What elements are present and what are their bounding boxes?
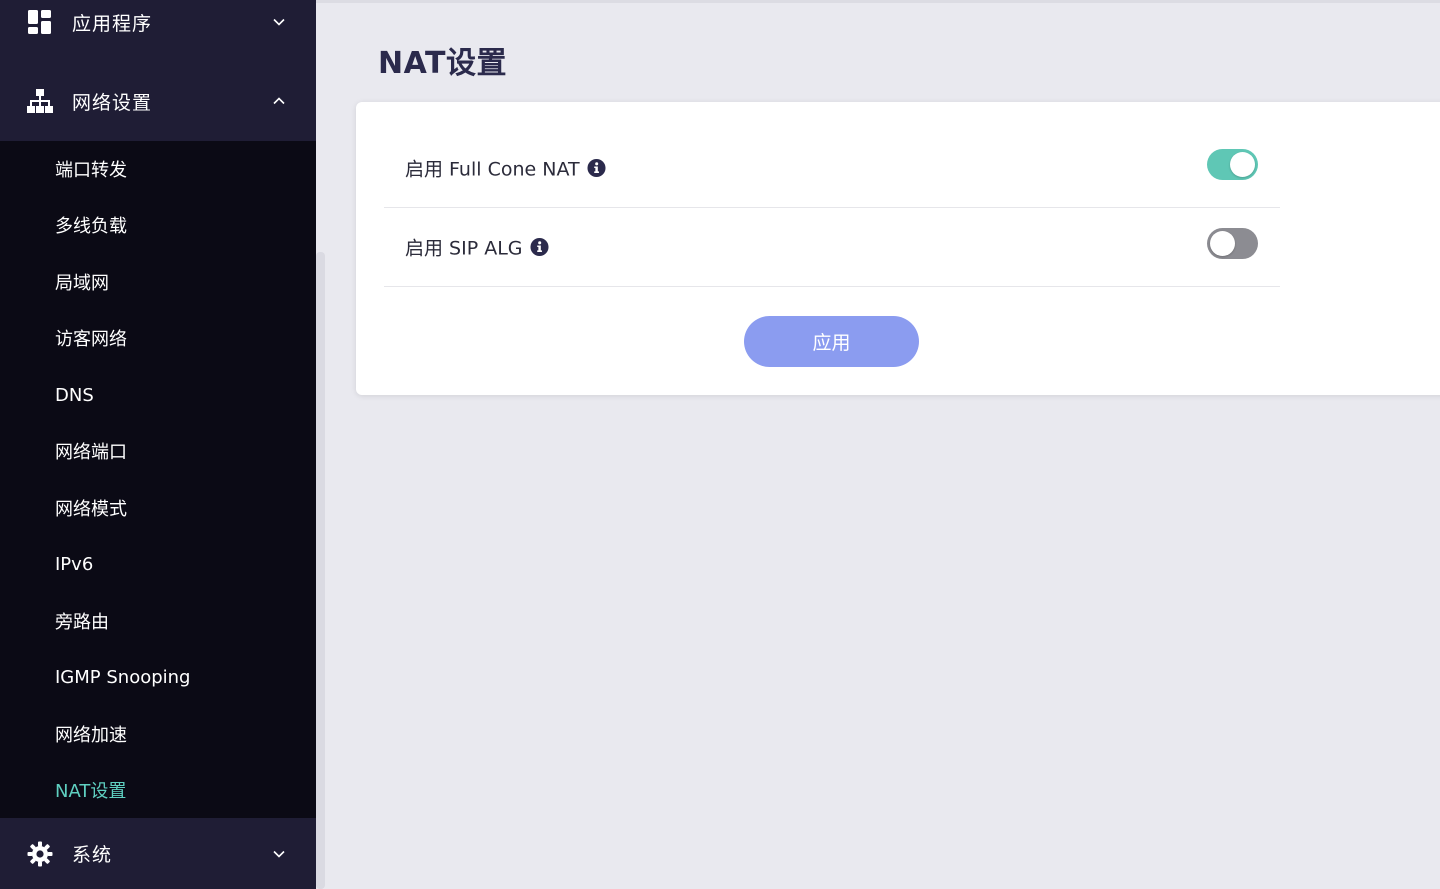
- sidebar-item-network-mode[interactable]: 网络模式: [55, 493, 127, 523]
- sidebar-item-bypass-router[interactable]: 旁路由: [55, 606, 109, 636]
- setting-label-wrapper: 启用 Full Cone NAT: [405, 155, 606, 182]
- sidebar-item-network-acceleration[interactable]: 网络加速: [55, 719, 127, 749]
- sidebar-item-dns[interactable]: DNS: [55, 380, 94, 410]
- page-title: NAT设置: [378, 46, 507, 81]
- sidebar-item-multi-wan[interactable]: 多线负载: [55, 210, 127, 240]
- sidebar-group-system[interactable]: 系统: [0, 818, 316, 889]
- info-icon[interactable]: [529, 237, 549, 257]
- sidebar-item-guest-network[interactable]: 访客网络: [55, 323, 127, 353]
- chevron-up-icon: [273, 97, 285, 105]
- sidebar-group-apps-label: 应用程序: [72, 12, 153, 35]
- grid-icon: [28, 10, 51, 34]
- setting-row-sip-alg: 启用 SIP ALG: [384, 208, 1280, 287]
- gear-icon: [27, 841, 53, 866]
- sidebar-item-ipv6[interactable]: IPv6: [55, 549, 93, 579]
- nat-settings-card: 启用 Full Cone NAT 启用 SIP ALG 应用: [356, 102, 1440, 395]
- network-icon: [27, 89, 53, 113]
- top-divider: [316, 0, 1440, 3]
- sidebar-group-network[interactable]: 网络设置: [0, 61, 316, 141]
- toggle-sip-alg[interactable]: [1207, 228, 1258, 259]
- setting-label-wrapper: 启用 SIP ALG: [405, 234, 549, 261]
- network-submenu: 端口转发 多线负载 局域网 访客网络 DNS 网络端口 网络模式 IPv6 旁路…: [0, 141, 316, 818]
- sidebar-group-network-label: 网络设置: [72, 91, 153, 114]
- toggle-knob: [1230, 152, 1255, 177]
- toggle-knob: [1210, 231, 1235, 256]
- chevron-down-icon: [273, 18, 285, 26]
- sidebar-item-igmp-snooping[interactable]: IGMP Snooping: [55, 662, 190, 692]
- setting-row-full-cone-nat: 启用 Full Cone NAT: [384, 129, 1280, 208]
- apply-button[interactable]: 应用: [744, 316, 919, 367]
- sidebar-item-port-forwarding[interactable]: 端口转发: [55, 154, 127, 184]
- chevron-down-icon: [273, 850, 285, 858]
- sidebar-group-system-label: 系统: [72, 844, 113, 866]
- info-icon[interactable]: [587, 158, 606, 178]
- toggle-full-cone-nat[interactable]: [1207, 149, 1258, 180]
- setting-label-sip-alg: 启用 SIP ALG: [405, 237, 523, 260]
- main-content: NAT设置 启用 Full Cone NAT 启用 SIP ALG 应用: [316, 0, 1440, 889]
- sidebar: 应用程序 网络设置 端口转发 多线负载 局域网 访客网络 DNS 网络端口 网络…: [0, 0, 316, 889]
- setting-label-full-cone-nat: 启用 Full Cone NAT: [405, 158, 580, 181]
- sidebar-group-apps[interactable]: 应用程序: [0, 0, 316, 62]
- sidebar-item-network-ports[interactable]: 网络端口: [55, 436, 127, 466]
- app-root: 应用程序 网络设置 端口转发 多线负载 局域网 访客网络 DNS 网络端口 网络…: [0, 0, 1440, 889]
- sidebar-item-nat-settings[interactable]: NAT设置: [55, 775, 126, 805]
- sidebar-item-lan[interactable]: 局域网: [55, 267, 109, 297]
